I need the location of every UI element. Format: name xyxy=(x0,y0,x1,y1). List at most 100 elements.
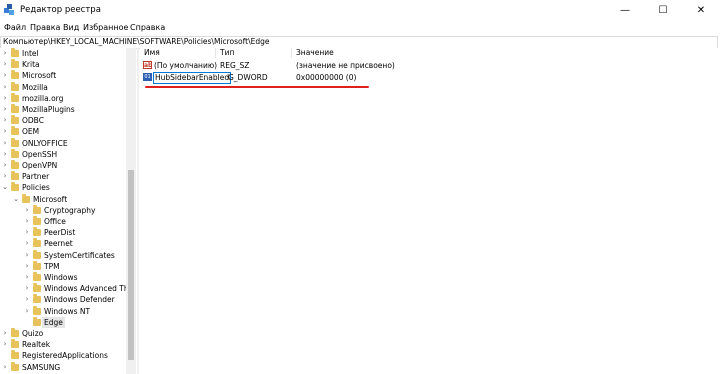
column-header-value[interactable]: Значение xyxy=(296,48,334,58)
tree-item[interactable]: › Windows Defender xyxy=(0,294,126,305)
menu-edit[interactable]: Правка xyxy=(30,23,60,32)
chevron-right-icon[interactable]: › xyxy=(23,227,31,238)
tree-item[interactable]: Edge xyxy=(0,316,126,328)
chevron-right-icon[interactable]: › xyxy=(23,283,31,294)
chevron-right-icon[interactable]: › xyxy=(23,261,31,272)
column-header-name[interactable]: Имя xyxy=(144,48,160,58)
tree-item-label: Edge xyxy=(42,316,65,328)
column-divider[interactable] xyxy=(291,48,292,58)
folder-icon xyxy=(11,361,19,371)
tree-item[interactable]: › OEM xyxy=(0,126,126,137)
value-row[interactable]: 01 HubSidebarEnabled G_DWORD 0x00000000 … xyxy=(140,72,720,84)
tree-item-label: Microsoft xyxy=(33,194,68,204)
tree-item[interactable]: › SystemCertificates xyxy=(0,249,126,261)
chevron-right-icon[interactable]: › xyxy=(1,93,9,104)
string-value-icon: ab xyxy=(143,61,153,69)
tree-item[interactable]: ⌄ Policies xyxy=(0,182,126,193)
tree-item[interactable]: › Intel xyxy=(0,48,126,59)
chevron-right-icon[interactable]: › xyxy=(1,70,9,81)
chevron-right-icon[interactable]: › xyxy=(1,104,9,115)
tree-item[interactable]: › TPM xyxy=(0,260,126,272)
tree-item[interactable]: › ONLYOFFICE xyxy=(0,137,126,149)
chevron-right-icon[interactable]: › xyxy=(1,339,9,350)
chevron-right-icon[interactable]: › xyxy=(1,171,9,182)
tree-item[interactable]: › Windows Advanced Th xyxy=(0,283,129,294)
tree-item-label: Quizo xyxy=(22,329,44,338)
tree-item[interactable]: › Krita xyxy=(0,59,126,70)
rename-input[interactable]: HubSidebarEnabled xyxy=(153,72,232,84)
chevron-right-icon[interactable]: › xyxy=(1,149,9,160)
tree-item[interactable]: › Office xyxy=(0,216,126,227)
tree-item-label: Windows Defender xyxy=(44,295,115,305)
tree-item[interactable]: › PeerDist xyxy=(0,227,126,238)
chevron-right-icon[interactable]: › xyxy=(1,59,9,70)
tree-item[interactable]: ⌄ Microsoft xyxy=(0,193,126,205)
tree-item[interactable]: › Windows xyxy=(0,272,126,283)
chevron-right-icon[interactable]: › xyxy=(23,216,31,227)
binary-value-icon: 01 xyxy=(143,73,152,81)
chevron-down-icon[interactable]: ⌄ xyxy=(1,182,9,193)
tree-item[interactable]: › Cryptography xyxy=(0,204,126,216)
chevron-right-icon[interactable]: › xyxy=(1,328,9,339)
column-header-type[interactable]: Тип xyxy=(220,48,234,58)
value-list: Имя Тип Значение ab (По умолчанию) REG_S… xyxy=(140,48,720,374)
tree-item[interactable]: › Partner xyxy=(0,171,126,182)
chevron-right-icon[interactable]: › xyxy=(23,294,31,305)
folder-icon xyxy=(33,294,41,304)
folder-icon xyxy=(11,339,19,349)
tree-item-label: TPM xyxy=(44,261,60,271)
tree-item-label: Policies xyxy=(22,183,50,193)
chevron-right-icon[interactable]: › xyxy=(23,250,31,261)
chevron-right-icon[interactable]: › xyxy=(1,115,9,126)
chevron-right-icon[interactable]: › xyxy=(1,82,9,93)
folder-icon xyxy=(11,59,19,69)
tree-item-label: Cryptography xyxy=(44,205,96,215)
tree-item-label: mozilla.org xyxy=(22,93,64,103)
chevron-right-icon[interactable]: › xyxy=(1,126,9,137)
tree-scrollbar-thumb[interactable] xyxy=(128,170,134,360)
folder-icon xyxy=(11,328,19,337)
chevron-down-icon[interactable]: ⌄ xyxy=(12,194,20,205)
chevron-right-icon[interactable]: › xyxy=(1,362,9,373)
menu-help[interactable]: Справка xyxy=(130,23,165,32)
folder-icon xyxy=(33,283,41,293)
tree-item[interactable]: › SAMSUNG xyxy=(0,361,126,373)
tree-item-label: Windows xyxy=(44,273,78,282)
tree-item[interactable]: › Realtek xyxy=(0,339,126,350)
chevron-right-icon[interactable]: › xyxy=(1,48,9,59)
key-tree[interactable]: › Intel › Krita › Microsoft › Mozilla › mozilla.o… xyxy=(0,48,136,374)
tree-scrollbar[interactable] xyxy=(126,48,136,374)
menu-file[interactable]: Файл xyxy=(4,23,26,32)
folder-icon xyxy=(11,81,19,91)
close-button[interactable]: ✕ xyxy=(682,0,720,22)
value-name: (По умолчанию) xyxy=(154,61,218,70)
chevron-right-icon[interactable]: › xyxy=(23,205,31,216)
folder-icon xyxy=(11,104,19,113)
chevron-right-icon[interactable]: › xyxy=(1,160,9,171)
tree-item[interactable]: › MozillaPlugins xyxy=(0,104,126,115)
value-row[interactable]: ab (По умолчанию) REG_SZ (значение не пр… xyxy=(140,60,720,71)
chevron-right-icon[interactable]: › xyxy=(23,272,31,283)
tree-item[interactable]: › Microsoft xyxy=(0,70,126,81)
tree-item[interactable]: › ODBC xyxy=(0,115,126,126)
tree-item[interactable]: › Mozilla xyxy=(0,81,126,93)
chevron-right-icon[interactable]: › xyxy=(1,138,9,149)
address-path[interactable]: Компьютер\HKEY_LOCAL_MACHINE\SOFTWARE\Po… xyxy=(3,37,270,46)
tree-item[interactable]: › Peernet xyxy=(0,238,126,249)
registry-editor-icon xyxy=(4,4,14,15)
menu-favorites[interactable]: Избранное xyxy=(83,23,128,32)
tree-item[interactable]: › OpenSSH xyxy=(0,148,126,160)
tree-item[interactable]: RegisteredApplications xyxy=(0,350,126,361)
maximize-button[interactable]: ☐ xyxy=(644,0,682,22)
pane-splitter[interactable] xyxy=(137,48,139,374)
tree-item[interactable]: › mozilla.org xyxy=(0,92,126,104)
column-divider[interactable] xyxy=(215,48,216,58)
tree-item[interactable]: › Windows NT xyxy=(0,305,126,317)
minimize-button[interactable]: — xyxy=(606,0,644,22)
tree-item[interactable]: › Quizo xyxy=(0,328,126,339)
value-type: REG_SZ xyxy=(220,61,250,70)
tree-item[interactable]: › OpenVPN xyxy=(0,160,126,171)
menu-view[interactable]: Вид xyxy=(63,23,79,32)
chevron-right-icon[interactable]: › xyxy=(23,238,31,249)
chevron-right-icon[interactable]: › xyxy=(23,306,31,317)
